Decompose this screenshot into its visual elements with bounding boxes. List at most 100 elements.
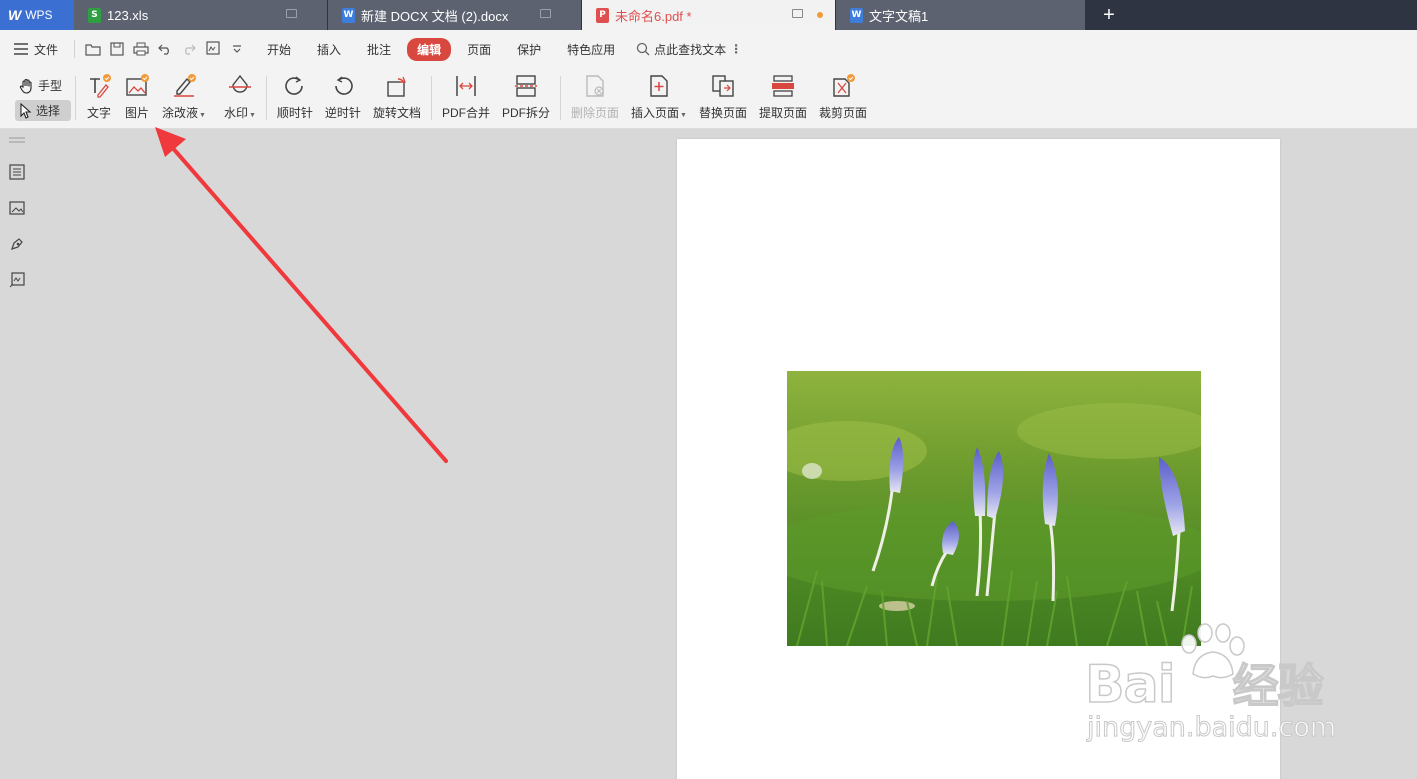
undo-icon[interactable] (153, 37, 177, 61)
correction-pen-icon (173, 74, 196, 97)
unsaved-dot-icon (817, 12, 823, 18)
replace-page-label: 替换页面 (698, 106, 747, 120)
search-label: 点此查找文本 (654, 42, 727, 57)
new-tab-plus-icon[interactable]: + (1086, 0, 1132, 30)
rotate-clockwise-icon (285, 76, 303, 95)
rotate-document-button[interactable]: 旋转文档 (367, 68, 427, 128)
menu-features[interactable]: 特色应用 (557, 38, 625, 61)
tab-pdf[interactable]: P 未命名6.pdf * (582, 0, 836, 30)
select-tool-button[interactable]: 选择 (15, 100, 71, 121)
left-navigation-panel (0, 129, 34, 775)
wps-logo-text: WPS (25, 8, 53, 22)
rotate-clockwise-label: 顺时针 (276, 106, 313, 120)
pdf-merge-label: PDF合并 (441, 106, 490, 120)
tab-docx[interactable]: W 新建 DOCX 文档 (2).docx (328, 0, 582, 30)
edit-image-label: 图片 (124, 106, 149, 120)
spreadsheet-icon: S (88, 7, 101, 23)
watermark-label: 水印▼ (223, 106, 256, 120)
print-icon[interactable] (129, 37, 153, 61)
insert-page-button[interactable]: 插入页面▼ (625, 68, 693, 128)
cursor-arrow-icon (20, 102, 32, 119)
rotate-document-label: 旋转文档 (372, 106, 421, 120)
split-icon (514, 75, 537, 97)
hand-label: 手型 (38, 79, 63, 93)
divider (559, 76, 561, 120)
monitor-icon[interactable] (286, 9, 297, 18)
edit-image-button[interactable]: 图片 (118, 68, 156, 128)
save-icon[interactable] (105, 37, 129, 61)
delete-page-button[interactable]: 删除页面 (565, 68, 625, 128)
tab-label: 123.xls (107, 7, 149, 23)
redo-icon[interactable] (177, 37, 201, 61)
tab-123-xls[interactable]: S 123.xls (74, 0, 328, 30)
watermark-icon (228, 74, 251, 93)
rotate-counterclockwise-button[interactable]: 逆时针 (319, 68, 367, 128)
menu-comment[interactable]: 批注 (357, 38, 401, 61)
monitor-icon[interactable] (540, 9, 551, 18)
inserted-photo-crocus[interactable] (787, 371, 1201, 646)
divider (265, 76, 267, 120)
replace-page-button[interactable]: 替换页面 (693, 68, 753, 128)
crop-page-label: 裁剪页面 (818, 106, 867, 120)
hand-icon (19, 78, 32, 94)
watermark-url: jingyan.baidu.com (1086, 712, 1337, 744)
monitor-icon[interactable] (792, 9, 803, 18)
tab-bar: W WPS S 123.xls W 新建 DOCX 文档 (2).docx P … (0, 0, 1417, 30)
file-menu-label: 文件 (34, 42, 59, 57)
correction-fluid-button[interactable]: 涂改液▼ (156, 68, 212, 128)
rotate-counterclockwise-icon (335, 76, 353, 95)
edit-ribbon: 手型 选择 文字 图片 涂改液▼ 水印▼ 顺时针 逆时针 旋转文档 PDF合并 (0, 68, 1417, 129)
tab-label: 文字文稿1 (869, 8, 929, 24)
more-dropdown-icon[interactable] (225, 37, 249, 61)
edit-text-icon (90, 74, 111, 98)
edit-text-label: 文字 (86, 106, 111, 120)
pdf-split-button[interactable]: PDF拆分 (496, 68, 556, 128)
tab-text-doc[interactable]: W 文字文稿1 (836, 0, 1086, 30)
pdf-split-label: PDF拆分 (501, 106, 550, 120)
image-icon (126, 74, 149, 96)
tab-label: 新建 DOCX 文档 (2).docx (361, 8, 509, 24)
outline-list-icon[interactable] (7, 162, 27, 182)
pdf-icon: P (596, 7, 609, 23)
hand-tool-button[interactable]: 手型 (15, 75, 71, 96)
select-label: 选择 (36, 104, 61, 118)
menu-edit[interactable]: 编辑 (407, 37, 452, 61)
menu-protect[interactable]: 保护 (507, 38, 551, 61)
annotation-pen-icon[interactable] (7, 234, 27, 254)
open-folder-icon[interactable] (81, 37, 105, 61)
tab-label: 未命名6.pdf * (615, 8, 692, 24)
pdf-merge-button[interactable]: PDF合并 (436, 68, 496, 128)
panel-grip-icon[interactable] (7, 135, 27, 145)
merge-icon (456, 76, 476, 96)
extract-page-icon (771, 75, 794, 97)
crop-page-button[interactable]: 裁剪页面 (813, 68, 873, 128)
baidu-jingyan-watermark: Bai 经验 jingyan.baidu.com (1084, 620, 1345, 750)
rotate-document-icon (387, 76, 406, 97)
search-icon (636, 42, 650, 56)
menu-start[interactable]: 开始 (257, 38, 301, 61)
rotate-clockwise-button[interactable]: 顺时针 (271, 68, 319, 128)
delete-page-icon (586, 75, 604, 97)
writer-doc-icon: W (850, 7, 863, 23)
signature-icon[interactable] (7, 270, 27, 290)
insert-page-label: 插入页面▼ (631, 106, 687, 120)
divider (74, 40, 76, 58)
thumbnail-image-icon[interactable] (7, 198, 27, 218)
watermark-brand: Bai 经验 (1084, 654, 1324, 716)
sign-icon[interactable] (201, 37, 225, 61)
find-text-search[interactable]: 点此查找文本 ⋮ (636, 41, 742, 58)
extract-page-button[interactable]: 提取页面 (753, 68, 813, 128)
menu-insert[interactable]: 插入 (307, 38, 351, 61)
edit-text-button[interactable]: 文字 (80, 68, 118, 128)
watermark-button[interactable]: 水印▼ (212, 68, 262, 128)
correction-fluid-label: 涂改液▼ (162, 106, 206, 120)
rotate-counterclockwise-label: 逆时针 (324, 106, 361, 120)
menu-bar: 文件 开始 插入 批注 编辑 页面 保护 特色应用 点此查找文本 ⋮ (0, 30, 1417, 68)
wps-home-button[interactable]: W WPS (0, 0, 74, 30)
divider (75, 76, 76, 120)
more-vertical-icon[interactable]: ⋮ (730, 42, 742, 56)
delete-page-label: 删除页面 (570, 106, 619, 120)
file-menu-button[interactable]: 文件 (14, 41, 58, 58)
writer-doc-icon: W (342, 7, 355, 23)
menu-page[interactable]: 页面 (457, 38, 501, 61)
